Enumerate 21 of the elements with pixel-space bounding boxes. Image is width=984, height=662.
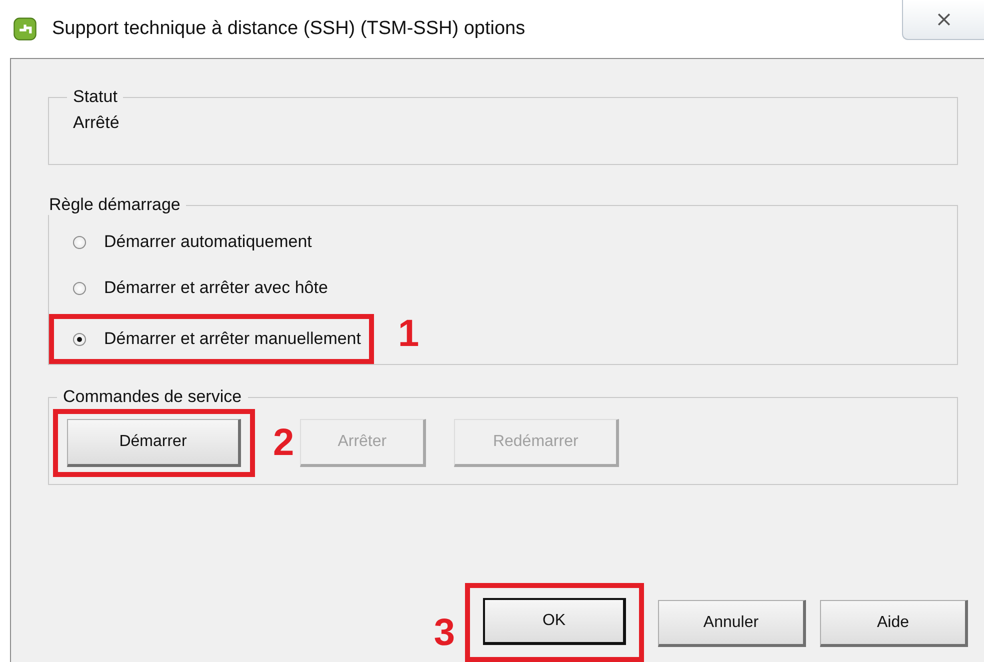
status-value: Arrêté [73,113,120,133]
group-legend: Règle démarrage [43,195,186,215]
close-icon [936,13,952,26]
dialog-button[interactable]: Aide [820,600,968,647]
close-button[interactable] [902,0,984,40]
radio-button[interactable] [73,236,86,248]
step-number: 2 [273,424,294,462]
step-number: 1 [398,315,420,353]
radio-button[interactable] [73,282,86,294]
radio-button[interactable] [73,332,86,346]
group-legend: Statut [67,87,124,107]
group-legend: Commandes de service [57,387,248,407]
app-logo-icon [12,16,38,42]
window-title: Support technique à distance (SSH) (TSM-SSH) options [52,18,526,40]
dialog-button[interactable]: OK [483,598,626,645]
service-button[interactable]: Démarrer [67,419,241,467]
radio-option[interactable]: Démarrer et arrêter avec hôte [73,278,328,298]
dialog-button[interactable]: Annuler [658,600,806,647]
radio-option[interactable]: Démarrer automatiquement [73,232,312,252]
radio-option[interactable]: Démarrer et arrêter manuellement [73,329,361,349]
step-number: 3 [434,614,455,652]
